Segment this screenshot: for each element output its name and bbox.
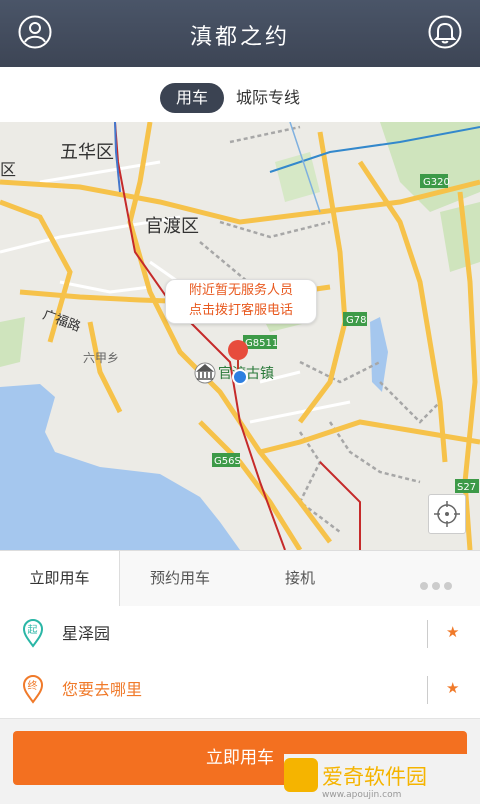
start-pin-icon: 起 bbox=[22, 618, 44, 648]
map-label-guangfu: 广福路 bbox=[41, 307, 83, 335]
map-label-qu: 区 bbox=[0, 160, 16, 179]
favorite-star-icon[interactable]: ★ bbox=[446, 623, 459, 641]
tab-immediate[interactable]: 立即用车 bbox=[0, 551, 120, 606]
map-label-wuhua: 五华区 bbox=[60, 142, 114, 163]
start-location-row[interactable]: 起 星泽园 ★ bbox=[0, 606, 480, 663]
watermark-text: 爱奇软件园 bbox=[322, 765, 427, 789]
start-location-value: 星泽园 bbox=[62, 624, 111, 643]
map-canvas: 五华区 区 官渡区 广福路 六甲乡 官渡古镇 G320 G78 G8511 G5… bbox=[0, 122, 480, 550]
mode-switch: 用车 城际专线 bbox=[0, 67, 480, 122]
destination-placeholder[interactable]: 您要去哪里 bbox=[62, 662, 142, 718]
road-shield-g320: G320 bbox=[423, 177, 450, 188]
service-tabs: 立即用车 预约用车 接机 bbox=[0, 550, 480, 607]
watermark-url: www.apoujin.com bbox=[322, 790, 401, 800]
app-title: 滇都之约 bbox=[189, 25, 290, 50]
favorite-star-icon[interactable]: ★ bbox=[446, 679, 459, 697]
current-location-icon bbox=[232, 369, 248, 385]
crosshair-icon bbox=[434, 501, 460, 527]
no-service-callout[interactable]: 附近暂无服务人员 点击拨打客服电话 bbox=[165, 279, 317, 324]
row-divider bbox=[427, 620, 428, 648]
end-pin-icon: 终 bbox=[22, 674, 44, 704]
map-label-liujia: 六甲乡 bbox=[83, 351, 119, 365]
callout-line2: 点击拨打客服电话 bbox=[188, 303, 293, 318]
road-shield-g8511: G8511 bbox=[245, 338, 278, 349]
map-view[interactable]: 五华区 区 官渡区 广福路 六甲乡 官渡古镇 G320 G78 G8511 G5… bbox=[0, 122, 480, 550]
bell-icon[interactable] bbox=[427, 14, 463, 50]
destination-row[interactable]: 终 您要去哪里 ★ bbox=[0, 662, 480, 719]
start-badge: 起 bbox=[28, 624, 38, 636]
mode-tab-intercity[interactable]: 城际专线 bbox=[236, 83, 300, 113]
more-tabs-icon[interactable] bbox=[420, 575, 456, 594]
road-shield-g56s: G56S bbox=[214, 456, 241, 467]
tab-airport[interactable]: 接机 bbox=[240, 551, 360, 606]
end-badge: 终 bbox=[28, 679, 38, 692]
map-label-guandu: 官渡区 bbox=[145, 216, 199, 237]
callout-line1: 附近暂无服务人员 bbox=[188, 283, 293, 298]
row-divider bbox=[427, 676, 428, 704]
landmark-icon bbox=[194, 362, 216, 384]
tab-reserve[interactable]: 预约用车 bbox=[120, 551, 240, 606]
road-shield-s27: S27 bbox=[457, 482, 476, 493]
mode-tab-car[interactable]: 用车 bbox=[160, 83, 224, 113]
watermark-logo-icon bbox=[284, 758, 318, 792]
watermark: 爱奇软件园 www.apoujin.com bbox=[284, 754, 480, 800]
road-shield-g78: G78 bbox=[346, 315, 366, 326]
app-header: 滇都之约 bbox=[0, 0, 480, 67]
locate-button[interactable] bbox=[428, 494, 466, 534]
